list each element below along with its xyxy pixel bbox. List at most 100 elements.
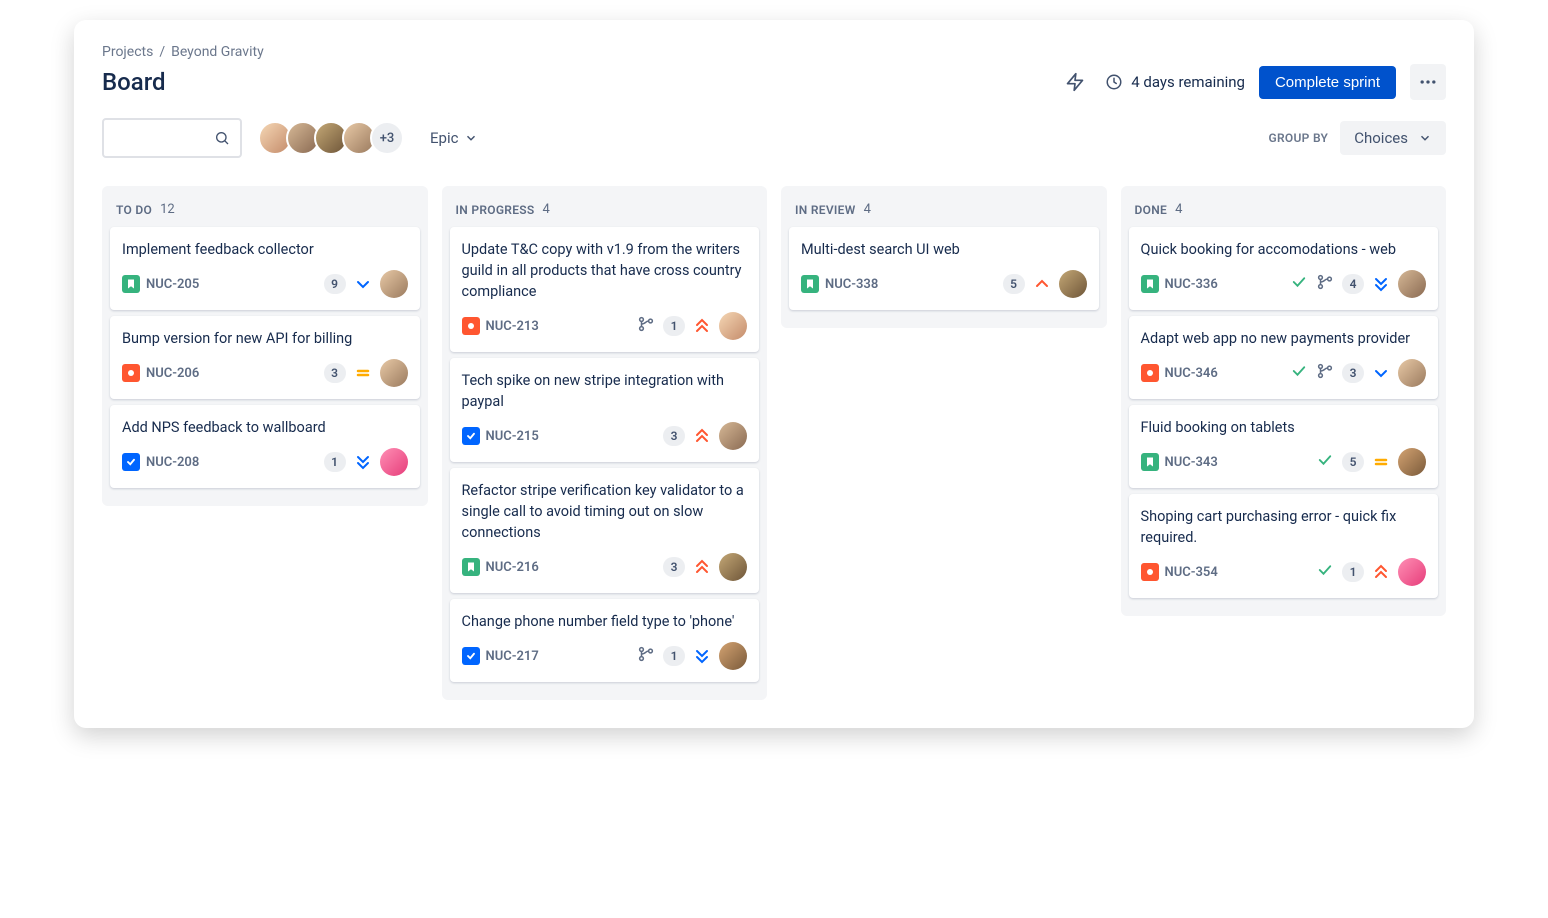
assignee-avatar[interactable] xyxy=(380,270,408,298)
priority-medium-icon xyxy=(354,364,372,382)
column-title: DONE xyxy=(1135,203,1168,217)
story-type-icon xyxy=(122,275,140,293)
bug-type-icon xyxy=(1141,364,1159,382)
avatar-overflow[interactable]: +3 xyxy=(370,121,404,155)
issue-card[interactable]: Adapt web app no new payments provider NU… xyxy=(1129,316,1439,399)
chevron-down-icon xyxy=(464,131,478,145)
issue-key: NUC-206 xyxy=(146,366,199,381)
search-box[interactable] xyxy=(102,118,242,158)
assignee-avatar[interactable] xyxy=(1398,359,1426,387)
priority-highest-icon xyxy=(1372,563,1390,581)
story-points: 4 xyxy=(1342,274,1364,294)
story-type-icon xyxy=(801,275,819,293)
column-in-progress: IN PROGRESS4Update T&C copy with v1.9 fr… xyxy=(442,186,768,700)
priority-low-icon xyxy=(354,275,372,293)
issue-card[interactable]: Bump version for new API for billingNUC-… xyxy=(110,316,420,399)
assignee-avatar[interactable] xyxy=(719,312,747,340)
card-footer: NUC-213 1 xyxy=(462,312,748,340)
card-footer: NUC-2059 xyxy=(122,270,408,298)
column-title: TO DO xyxy=(116,203,152,217)
story-points: 9 xyxy=(324,274,346,294)
card-title: Refactor stripe verification key validat… xyxy=(462,480,748,543)
story-points: 1 xyxy=(324,452,346,472)
priority-medium-icon xyxy=(1372,453,1390,471)
epic-filter-label: Epic xyxy=(430,129,458,147)
lightning-icon xyxy=(1065,72,1085,92)
story-points: 1 xyxy=(1342,562,1364,582)
clock-icon xyxy=(1105,73,1123,91)
branch-icon xyxy=(1316,273,1334,295)
issue-key: NUC-336 xyxy=(1165,277,1218,292)
assignee-avatar[interactable] xyxy=(380,359,408,387)
story-points: 3 xyxy=(1342,363,1364,383)
breadcrumb-project[interactable]: Beyond Gravity xyxy=(171,44,264,60)
assignee-avatar[interactable] xyxy=(1398,558,1426,586)
column-done: DONE4Quick booking for accomodations - w… xyxy=(1121,186,1447,616)
story-points: 1 xyxy=(663,646,685,666)
priority-low-icon xyxy=(1372,364,1390,382)
issue-card[interactable]: Fluid booking on tablets NUC-3435 xyxy=(1129,405,1439,488)
assignee-avatar[interactable] xyxy=(719,422,747,450)
card-title: Tech spike on new stripe integration wit… xyxy=(462,370,748,412)
column-count: 4 xyxy=(864,202,871,217)
bug-type-icon xyxy=(1141,563,1159,581)
dots-horizontal-icon xyxy=(1418,72,1438,92)
search-input[interactable] xyxy=(114,130,214,146)
card-title: Fluid booking on tablets xyxy=(1141,417,1427,438)
issue-key: NUC-217 xyxy=(486,649,539,664)
priority-lowest-icon xyxy=(1372,275,1390,293)
column-header: IN REVIEW 4 xyxy=(789,198,1099,227)
check-icon xyxy=(1290,362,1308,384)
check-icon xyxy=(1316,561,1334,583)
card-footer: NUC-3463 xyxy=(1141,359,1427,387)
branch-icon xyxy=(1316,362,1334,384)
breadcrumb: Projects / Beyond Gravity xyxy=(102,44,1446,60)
issue-card[interactable]: Tech spike on new stripe integration wit… xyxy=(450,358,760,462)
time-remaining: 4 days remaining xyxy=(1105,73,1245,91)
assignee-avatar[interactable] xyxy=(719,642,747,670)
assignee-avatar[interactable] xyxy=(1398,448,1426,476)
story-type-icon xyxy=(462,558,480,576)
card-title: Implement feedback collector xyxy=(122,239,408,260)
card-title: Quick booking for accomodations - web xyxy=(1141,239,1427,260)
priority-highest-icon xyxy=(693,317,711,335)
story-points: 1 xyxy=(663,316,685,336)
assignee-filter-avatars: +3 xyxy=(258,121,404,155)
column-title: IN REVIEW xyxy=(795,203,856,217)
issue-card[interactable]: Change phone number field type to 'phone… xyxy=(450,599,760,682)
bug-type-icon xyxy=(122,364,140,382)
check-icon xyxy=(1290,273,1308,295)
issue-key: NUC-213 xyxy=(486,319,539,334)
breadcrumb-separator: / xyxy=(159,44,165,60)
card-footer: NUC-3435 xyxy=(1141,448,1427,476)
card-title: Multi-dest search UI web xyxy=(801,239,1087,260)
task-type-icon xyxy=(462,647,480,665)
issue-card[interactable]: Multi-dest search UI webNUC-3385 xyxy=(789,227,1099,310)
story-points: 5 xyxy=(1342,452,1364,472)
issue-card[interactable]: Shoping cart purchasing error - quick fi… xyxy=(1129,494,1439,598)
automation-button[interactable] xyxy=(1059,66,1091,98)
complete-sprint-button[interactable]: Complete sprint xyxy=(1259,66,1396,99)
card-footer: NUC-2153 xyxy=(462,422,748,450)
more-actions-button[interactable] xyxy=(1410,64,1446,100)
column-count: 12 xyxy=(160,202,175,217)
assignee-avatar[interactable] xyxy=(1398,270,1426,298)
card-footer: NUC-2081 xyxy=(122,448,408,476)
story-points: 3 xyxy=(324,363,346,383)
issue-card[interactable]: Quick booking for accomodations - web NUC… xyxy=(1129,227,1439,310)
issue-key: NUC-216 xyxy=(486,560,539,575)
epic-filter-button[interactable]: Epic xyxy=(420,123,488,153)
assignee-avatar[interactable] xyxy=(380,448,408,476)
card-title: Add NPS feedback to wallboard xyxy=(122,417,408,438)
page-title: Board xyxy=(102,68,166,96)
card-title: Adapt web app no new payments provider xyxy=(1141,328,1427,349)
group-by-select[interactable]: Choices xyxy=(1340,121,1446,155)
breadcrumb-root[interactable]: Projects xyxy=(102,44,153,60)
issue-card[interactable]: Refactor stripe verification key validat… xyxy=(450,468,760,593)
card-footer: NUC-3541 xyxy=(1141,558,1427,586)
assignee-avatar[interactable] xyxy=(1059,270,1087,298)
assignee-avatar[interactable] xyxy=(719,553,747,581)
issue-card[interactable]: Implement feedback collector NUC-2059 xyxy=(110,227,420,310)
issue-card[interactable]: Update T&C copy with v1.9 from the write… xyxy=(450,227,760,352)
issue-card[interactable]: Add NPS feedback to wallboard NUC-2081 xyxy=(110,405,420,488)
